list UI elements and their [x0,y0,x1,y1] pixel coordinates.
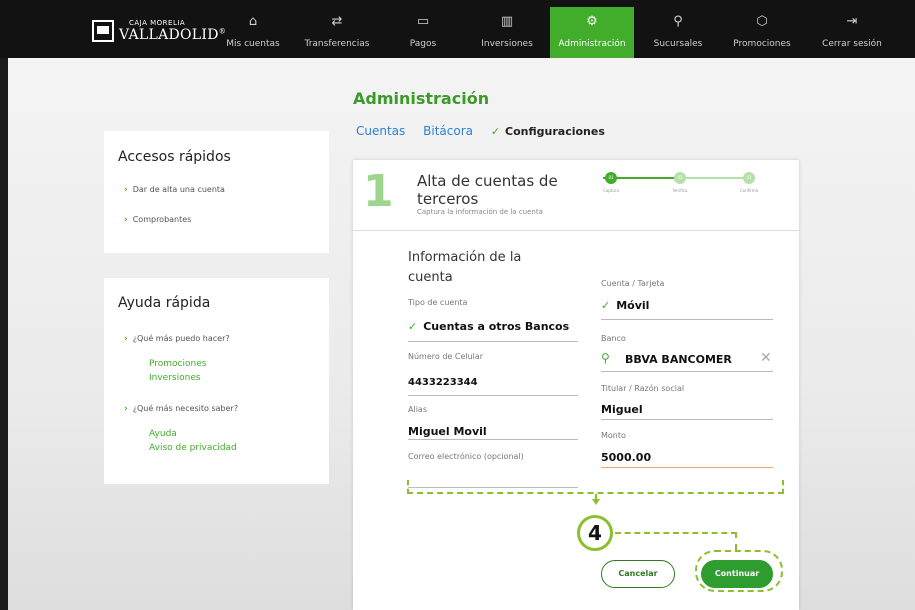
nav-sucursales[interactable]: ⚲ Sucursales [643,7,713,58]
help-question-2[interactable]: › ¿Qué más necesito saber? [124,404,238,414]
logout-icon: ⇥ [846,14,858,29]
nav-label: Inversiones [481,39,533,49]
cancel-button[interactable]: Cancelar [601,560,675,588]
logo-line1: CAJA MORELIA [129,19,186,27]
titular-label: Titular / Razón social [601,384,685,393]
nav-administracion[interactable]: ⚙ Administración [550,7,634,58]
bank-logo[interactable]: CAJA MORELIA VALLADOLID® [92,18,226,48]
tipo-cuenta-select[interactable]: ✓ Cuentas a otros Bancos [408,320,569,333]
titular-input[interactable]: Miguel [601,403,643,416]
nav-cerrar-sesion[interactable]: ⇥ Cerrar sesión [810,7,894,58]
banco-input[interactable]: BBVA BANCOMER [625,353,732,366]
form-subtitle: Captura la información de la cuenta [417,208,543,216]
annotation-connector-horizontal [615,532,737,534]
stepper-label-2: Verifica [672,188,688,193]
annotation-arrow-icon [592,499,600,505]
nav-label: Promociones [733,39,791,49]
payments-icon: ▭ [416,14,430,29]
help-link-ayuda[interactable]: Ayuda [149,429,177,439]
help-link-privacidad[interactable]: Aviso de privacidad [149,443,237,453]
chevron-right-icon: › [124,215,128,225]
nav-label: Pagos [409,39,437,49]
step-number: 1 [363,166,394,217]
nav-promociones[interactable]: ⬡ Promociones [722,7,802,58]
breadcrumb-bitacora[interactable]: Bitácora [423,124,473,138]
quick-access-card: Accesos rápidos › Dar de alta una cuenta … [104,131,329,253]
location-icon: ⚲ [673,14,683,29]
nav-label: Administración [558,39,626,49]
close-icon[interactable]: ✕ [760,350,772,366]
stepper-label-1: Captura [603,188,619,193]
nav-transferencias[interactable]: ⇄ Transferencias [297,7,377,58]
celular-underline [408,395,578,396]
help-link-inversiones[interactable]: Inversiones [149,373,201,383]
logo-line2: VALLADOLID® [119,27,227,43]
nav-label: Cerrar sesión [822,39,882,49]
page-title: Administración [353,89,490,108]
monto-label: Monto [601,431,626,440]
nav-label: Sucursales [653,39,703,49]
tag-icon: ⬡ [756,14,768,29]
alias-label: Alias [408,405,427,414]
chevron-right-icon: › [124,185,128,195]
stepper-label-3: Confirma [739,188,759,193]
banco-label: Banco [601,334,626,343]
breadcrumb: Cuentas Bitácora ✓ Configuraciones [356,124,605,138]
tipo-cuenta-underline [408,341,578,342]
logo-mark-icon [92,20,114,42]
quick-link-comprobantes[interactable]: › Comprobantes [124,215,191,225]
annotation-step-badge: 4 [577,515,613,551]
annotation-fields-bracket [407,480,784,494]
cuenta-tarjeta-label: Cuenta / Tarjeta [601,279,665,288]
chevron-down-icon: ✓ [601,299,611,312]
chevron-right-icon: › [124,334,128,344]
gear-icon: ⚙ [586,14,598,29]
annotation-continue-highlight [695,550,783,592]
nav-mis-cuentas[interactable]: ⌂ Mis cuentas [218,7,288,58]
chevron-down-icon: ✓ [408,320,418,333]
breadcrumb-configuraciones[interactable]: Configuraciones [505,125,605,138]
chevron-down-icon: ✓ [490,125,501,138]
quick-access-title: Accesos rápidos [118,149,231,165]
help-link-promociones[interactable]: Promociones [149,359,206,369]
cuenta-tarjeta-select[interactable]: ✓ Móvil [601,299,649,312]
quick-help-card: Ayuda rápida › ¿Qué más puedo hacer? Prom… [104,278,329,484]
monto-input[interactable]: 5000.00 [601,451,651,464]
quick-help-title: Ayuda rápida [118,295,211,311]
home-icon: ⌂ [248,14,258,29]
stepper-dot-3: 03 [743,172,755,184]
section-title: Información de la cuenta [408,250,522,285]
nav-label: Transferencias [304,39,370,49]
celular-input[interactable]: 4433223344 [408,377,478,388]
nav-inversiones[interactable]: ▥ Inversiones [474,7,540,58]
transfer-icon: ⇄ [331,14,343,29]
top-navigation-bar: CAJA MORELIA VALLADOLID® ⌂ Mis cuentas ⇄… [0,0,915,58]
header-divider [353,230,799,231]
banco-underline [601,371,773,372]
help-question-1[interactable]: › ¿Qué más puedo hacer? [124,334,230,344]
correo-label: Correo electrónico (opcional) [408,452,524,461]
tipo-cuenta-label: Tipo de cuenta [408,298,468,307]
nav-label: Mis cuentas [226,39,280,49]
stepper-dot-1: 01 [605,172,617,184]
chevron-right-icon: › [124,404,128,414]
investments-icon: ▥ [500,14,514,29]
monto-underline [601,467,773,468]
alias-input[interactable]: Miguel Movil [408,425,487,438]
titular-underline [601,419,773,420]
cuenta-tarjeta-underline [601,319,773,320]
annotation-connector-vertical [735,532,737,550]
nav-pagos[interactable]: ▭ Pagos [395,7,451,58]
stepper-line-2 [678,177,748,179]
form-title: Alta de cuentas de terceros [417,172,558,208]
search-icon: ⚲ [601,351,610,365]
account-form-panel: 1 Alta de cuentas de terceros Captura la… [353,160,799,610]
quick-link-alta[interactable]: › Dar de alta una cuenta [124,185,225,195]
stepper-dot-2: 02 [674,172,686,184]
alias-underline [408,439,578,440]
celular-label: Número de Celular [408,352,484,361]
breadcrumb-cuentas[interactable]: Cuentas [356,124,405,138]
